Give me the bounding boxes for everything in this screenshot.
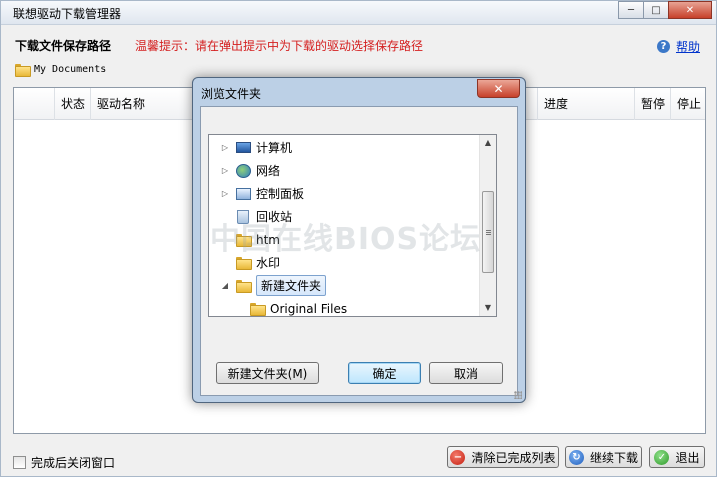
- exit-label: 退出: [675, 450, 700, 465]
- scroll-thumb[interactable]: [482, 191, 494, 273]
- continue-download-button[interactable]: ↻ 继续下载: [565, 446, 642, 468]
- network-icon: [235, 163, 251, 179]
- tree-item-computer[interactable]: ▷ 计算机: [209, 137, 292, 158]
- grip-icon: [486, 230, 491, 231]
- folder-open-icon: [235, 278, 252, 294]
- close-after-complete-checkbox[interactable]: [13, 456, 26, 469]
- close-after-complete-option[interactable]: 完成后关闭窗口: [13, 454, 115, 471]
- save-path-label: 下载文件保存路径: [15, 39, 112, 53]
- expand-arrow-icon[interactable]: ▷: [219, 143, 231, 152]
- window-title: 联想驱动下载管理器: [13, 7, 122, 21]
- folder-icon: [15, 64, 31, 77]
- expand-arrow-icon[interactable]: ▷: [219, 189, 231, 198]
- tree-item-original-files[interactable]: Original Files: [223, 298, 348, 316]
- help-link[interactable]: 帮助: [676, 38, 700, 55]
- control-panel-icon: [235, 186, 251, 202]
- check-icon: ✓: [654, 449, 670, 465]
- dialog-title: 浏览文件夹: [201, 87, 262, 101]
- window-controls: ─ □ ✕: [618, 1, 712, 20]
- column-status[interactable]: 状态: [55, 88, 91, 120]
- tree-item-label: 新建文件夹: [256, 275, 327, 296]
- exit-button[interactable]: ✓ 退出: [649, 446, 705, 468]
- resize-grip-icon[interactable]: [514, 391, 522, 399]
- computer-icon: [235, 140, 251, 156]
- clear-completed-label: 清除已完成列表: [471, 450, 556, 465]
- tree-item-control-panel[interactable]: ▷ 控制面板: [209, 183, 304, 204]
- column-pause[interactable]: 暂停: [635, 88, 671, 120]
- tree-item-network[interactable]: ▷ 网络: [209, 160, 280, 181]
- dialog-close-button[interactable]: ✕: [477, 79, 520, 98]
- folder-icon: [249, 301, 266, 316]
- tree-item-new-folder[interactable]: ◢ 新建文件夹: [209, 275, 327, 296]
- tree-item-label: 计算机: [256, 141, 293, 155]
- scroll-down-icon[interactable]: ▼: [480, 300, 496, 316]
- help-link-group[interactable]: ? 帮助: [656, 38, 700, 55]
- tree-item-label: 网络: [256, 164, 281, 178]
- column-checkbox[interactable]: [14, 88, 55, 120]
- help-icon[interactable]: ?: [656, 40, 670, 53]
- tree-vertical-scrollbar[interactable]: ▲ ▼: [479, 135, 496, 316]
- column-stop[interactable]: 停止: [671, 88, 705, 120]
- expand-arrow-icon[interactable]: ▷: [219, 166, 231, 175]
- new-folder-button[interactable]: 新建文件夹(M): [216, 362, 319, 384]
- close-after-complete-label: 完成后关闭窗口: [31, 456, 116, 470]
- tree-item-label: Original Files: [270, 301, 348, 316]
- close-button[interactable]: ✕: [668, 1, 712, 19]
- column-progress[interactable]: 进度: [538, 88, 635, 120]
- watermark-text: 中国在线BIOS论坛: [210, 222, 482, 257]
- title-bar[interactable]: 联想驱动下载管理器 ─ □ ✕: [1, 1, 716, 25]
- clear-icon: −: [450, 449, 466, 465]
- cancel-button[interactable]: 取消: [429, 362, 503, 384]
- continue-download-label: 继续下载: [589, 450, 638, 465]
- hint-text: 温馨提示：请在弹出提示中为下载的驱动选择保存路径: [135, 39, 424, 53]
- collapse-arrow-icon[interactable]: ◢: [219, 281, 231, 290]
- maximize-button[interactable]: □: [643, 1, 669, 19]
- clear-completed-button[interactable]: − 清除已完成列表: [447, 446, 559, 468]
- save-path-value[interactable]: My Documents: [34, 64, 106, 75]
- minimize-button[interactable]: ─: [618, 1, 644, 19]
- scroll-up-icon[interactable]: ▲: [480, 135, 496, 151]
- tree-item-label: 控制面板: [256, 187, 305, 201]
- save-path-row[interactable]: My Documents: [15, 64, 106, 77]
- ok-button[interactable]: 确定: [348, 362, 421, 384]
- refresh-icon: ↻: [568, 449, 584, 465]
